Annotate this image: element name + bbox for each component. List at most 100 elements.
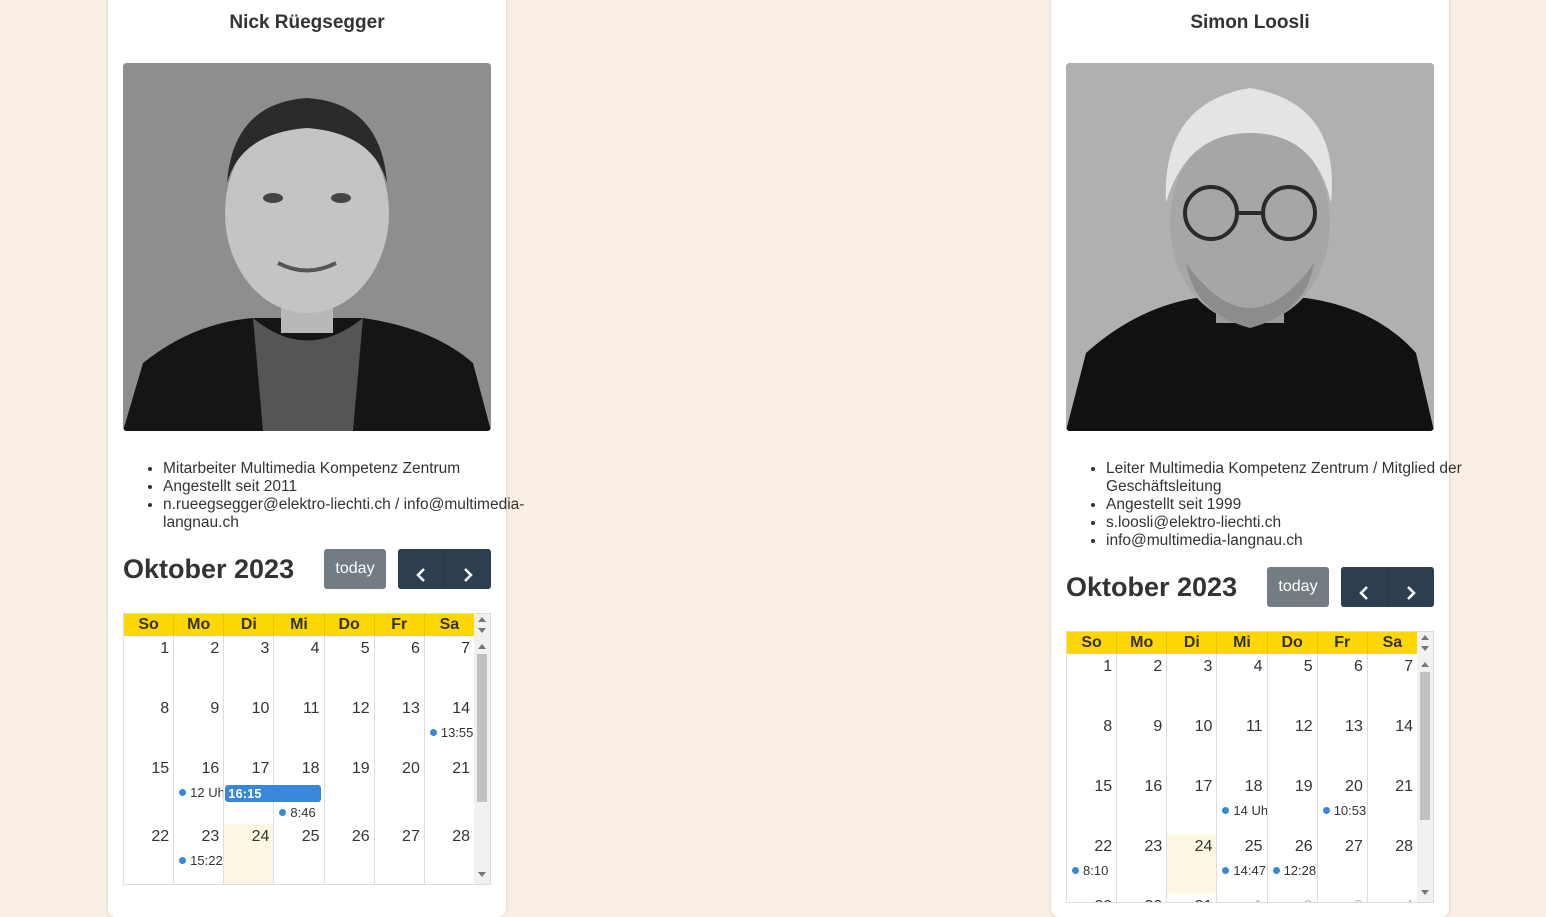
day-cell[interactable]: 27 [1317,834,1368,894]
day-cell[interactable]: 1 [1067,654,1118,714]
day-number: 14 [452,700,470,717]
day-cell[interactable]: 21 [424,756,474,824]
calendar-event[interactable]: 14 Uhr [1222,803,1267,818]
day-cell[interactable]: 10 [1167,714,1218,774]
day-cell-today[interactable]: 24 [1167,834,1218,894]
event-dot-icon [1272,867,1280,874]
day-cell[interactable]: 17 16:15 [224,756,322,824]
day-cell[interactable]: 8 [1067,714,1118,774]
scroll-up-icon[interactable] [478,617,486,622]
day-cell-today[interactable]: 24 [224,824,275,884]
day-cell[interactable]: 28 [424,824,474,884]
scroll-thumb[interactable] [477,654,487,802]
next-month-button[interactable] [1387,567,1433,607]
day-cell[interactable]: 15 [124,756,175,824]
scroll-up-icon[interactable] [1421,662,1429,667]
scroll-down-icon[interactable] [1421,890,1429,895]
day-cell[interactable]: 28 [1367,834,1417,894]
calendar-event-bar[interactable]: 16:15 [225,785,322,802]
day-cell[interactable]: 20 [374,756,425,824]
day-cell[interactable]: 19 [324,756,375,824]
day-cell[interactable]: 18 14 Uhr [1217,774,1268,834]
calendar-event[interactable]: 10:53 [1322,803,1366,818]
next-month-button[interactable] [444,549,490,589]
day-cell[interactable]: 14 13:55 [424,696,474,756]
today-button[interactable]: today [1267,567,1329,607]
calendar-event[interactable]: 14:47 [1222,863,1266,878]
today-button[interactable]: today [324,549,386,589]
calendar-scrollbar[interactable] [474,614,490,884]
calendar-event[interactable]: 13:55 [429,725,473,740]
day-cell[interactable]: 25 14:47 [1217,834,1268,894]
calendar-event[interactable]: 8:46 [279,805,316,820]
day-cell[interactable]: 15 [1067,774,1118,834]
day-cell[interactable]: 13 [374,696,425,756]
day-cell[interactable]: 4 [1367,894,1417,902]
day-number: 22 [1094,838,1113,855]
day-cell[interactable]: 23 15:22 [174,824,225,884]
day-cell[interactable]: 6 [1317,654,1368,714]
day-cell[interactable]: 31 [1167,894,1218,902]
calendar-scrollbar[interactable] [1417,632,1433,902]
day-cell[interactable]: 22 [124,824,175,884]
calendar-event[interactable]: 15:22 [179,853,223,868]
day-cell[interactable]: 7 [1367,654,1417,714]
day-number: 7 [461,640,470,657]
day-cell[interactable]: 26 [324,824,375,884]
day-cell[interactable]: 11 [1217,714,1268,774]
scroll-down-icon[interactable] [1421,646,1429,651]
day-cell[interactable]: 19 [1267,774,1318,834]
scroll-thumb[interactable] [1420,672,1430,820]
day-cell[interactable]: 3 [1317,894,1368,902]
chevron-left-icon [1359,586,1368,600]
day-cell[interactable]: 3 [1167,654,1218,714]
day-cell[interactable]: 1 [1217,894,1268,902]
day-cell[interactable]: 26 12:28 [1267,834,1318,894]
prev-month-button[interactable] [1341,567,1387,607]
day-cell[interactable]: 11 [274,696,325,756]
prev-month-button[interactable] [398,549,444,589]
day-cell[interactable]: 22 8:10 [1067,834,1118,894]
day-cell[interactable]: 25 [274,824,325,884]
day-number: 7 [1404,658,1413,675]
day-cell[interactable]: 2 [1117,654,1168,714]
day-cell[interactable]: 9 [174,696,225,756]
chevron-right-icon [463,568,473,582]
day-cell[interactable]: 2 [174,636,225,696]
calendar-event[interactable]: 8:10 [1072,863,1108,878]
day-cell[interactable]: 29 [1067,894,1118,902]
event-time: 14 Uhr [1233,803,1268,818]
day-cell[interactable]: 30 [1117,894,1168,902]
info-item: n.rueegsegger@elektro-liechti.ch / info@… [163,496,533,532]
day-cell[interactable]: 7 [424,636,474,696]
day-cell[interactable]: 14 [1367,714,1417,774]
event-dot-icon [1222,807,1230,814]
day-cell[interactable]: 16 [1117,774,1168,834]
scroll-down-icon[interactable] [478,872,486,877]
scroll-down-icon[interactable] [478,628,486,633]
day-cell[interactable]: 12 [324,696,375,756]
day-cell[interactable]: 5 [324,636,375,696]
day-cell[interactable]: 1 [124,636,175,696]
day-cell[interactable]: 2 [1267,894,1318,902]
day-cell[interactable]: 13 [1317,714,1368,774]
day-cell[interactable]: 5 [1267,654,1318,714]
day-cell[interactable]: 4 [1217,654,1268,714]
scroll-up-icon[interactable] [478,644,486,649]
calendar-event[interactable]: 12:28 [1272,863,1316,878]
day-cell[interactable]: 21 [1367,774,1417,834]
day-cell[interactable]: 23 [1117,834,1168,894]
day-cell[interactable]: 6 [374,636,425,696]
day-cell[interactable]: 8 [124,696,175,756]
day-cell[interactable]: 3 [224,636,275,696]
day-cell[interactable]: 9 [1117,714,1168,774]
calendar-event[interactable]: 12 Uhr [179,785,223,800]
day-cell[interactable]: 17 [1167,774,1218,834]
day-cell[interactable]: 27 [374,824,425,884]
day-cell[interactable]: 12 [1267,714,1318,774]
day-cell[interactable]: 10 [224,696,275,756]
day-cell[interactable]: 20 10:53 [1317,774,1368,834]
day-cell[interactable]: 4 [274,636,325,696]
scroll-up-icon[interactable] [1421,635,1429,640]
day-cell[interactable]: 16 12 Uhr [174,756,225,824]
